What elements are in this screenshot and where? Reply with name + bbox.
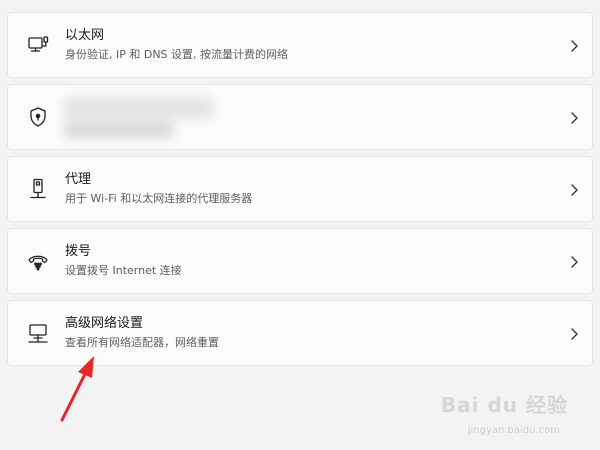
dial-up-icon (26, 249, 50, 273)
shield-lock-icon (26, 105, 50, 129)
baidu-watermark: Bai du 经验 (440, 393, 568, 417)
chevron-right-icon (566, 326, 582, 342)
baidu-watermark-url: jingyan.baidu.com (467, 425, 560, 436)
dial-up-subtitle: 设置拨号 Internet 连接 (65, 264, 182, 277)
proxy-subtitle: 用于 Wi-Fi 和以太网连接的代理服务器 (65, 192, 253, 205)
ethernet-title: 以太网 (65, 28, 105, 43)
settings-item-advanced-network[interactable]: 高级网络设置 查看所有网络适配器，网络重置 (7, 300, 593, 366)
advanced-network-subtitle: 查看所有网络适配器，网络重置 (65, 336, 219, 349)
redacted-title (64, 97, 214, 119)
settings-item-dial-up[interactable]: 拨号 设置拨号 Internet 连接 (7, 228, 593, 294)
dial-up-title: 拨号 (65, 244, 92, 259)
proxy-icon (26, 177, 50, 201)
proxy-title: 代理 (65, 172, 92, 187)
settings-item-ethernet[interactable]: 以太网 身份验证, IP 和 DNS 设置, 按流量计费的网络 (7, 12, 593, 78)
chevron-right-icon (566, 110, 582, 126)
settings-item-proxy[interactable]: 代理 用于 Wi-Fi 和以太网连接的代理服务器 (7, 156, 593, 222)
redacted-subtitle (64, 119, 174, 139)
advanced-network-title: 高级网络设置 (65, 316, 144, 331)
ethernet-icon (26, 33, 50, 57)
chevron-right-icon (566, 182, 582, 198)
advanced-network-icon (26, 321, 50, 345)
chevron-right-icon (566, 254, 582, 270)
ethernet-subtitle: 身份验证, IP 和 DNS 设置, 按流量计费的网络 (65, 48, 289, 61)
settings-item-redacted[interactable] (7, 84, 593, 150)
chevron-right-icon (566, 38, 582, 54)
